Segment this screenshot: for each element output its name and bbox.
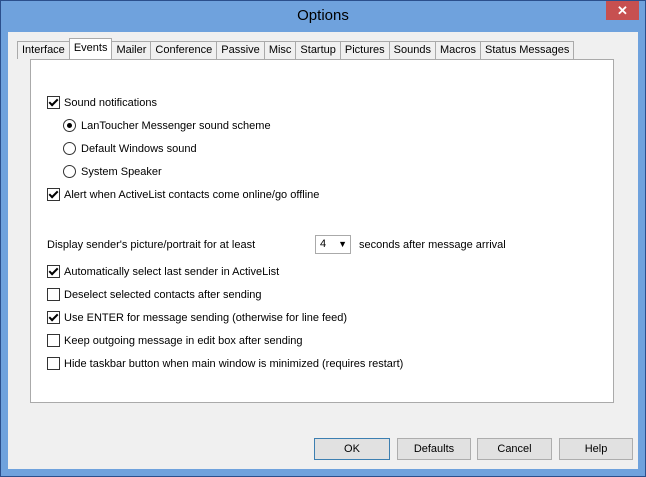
default-windows-sound-option[interactable]: Default Windows sound — [63, 142, 197, 155]
chevron-down-icon: ▼ — [338, 239, 347, 249]
tab-macros[interactable]: Macros — [434, 41, 482, 59]
system-speaker-radio[interactable] — [63, 165, 76, 178]
events-panel: Sound notifications LanToucher Messenger… — [30, 59, 614, 403]
close-icon[interactable]: ✕ — [606, 1, 639, 20]
options-window: Options ✕ Interface Events Mailer Confer… — [0, 0, 646, 477]
keep-outgoing-label: Keep outgoing message in edit box after … — [64, 334, 303, 347]
tab-pictures[interactable]: Pictures — [339, 41, 390, 59]
system-speaker-label: System Speaker — [81, 165, 162, 178]
deselect-contacts-checkbox[interactable] — [47, 288, 60, 301]
keep-outgoing-option[interactable]: Keep outgoing message in edit box after … — [47, 334, 303, 347]
use-enter-option[interactable]: Use ENTER for message sending (otherwise… — [47, 311, 347, 324]
display-seconds-select[interactable]: 4 ▼ — [315, 235, 351, 254]
tab-startup[interactable]: Startup — [295, 41, 341, 59]
lantoucher-scheme-radio[interactable] — [63, 119, 76, 132]
tab-misc[interactable]: Misc — [263, 41, 297, 59]
tab-events[interactable]: Events — [68, 38, 113, 59]
deselect-contacts-option[interactable]: Deselect selected contacts after sending — [47, 288, 262, 301]
auto-select-sender-option[interactable]: Automatically select last sender in Acti… — [47, 265, 279, 278]
deselect-contacts-label: Deselect selected contacts after sending — [64, 288, 262, 301]
sound-notifications-option[interactable]: Sound notifications — [47, 96, 157, 109]
lantoucher-scheme-label: LanToucher Messenger sound scheme — [81, 119, 271, 132]
ok-button[interactable]: OK — [314, 438, 390, 460]
hide-taskbar-checkbox[interactable] — [47, 357, 60, 370]
lantoucher-scheme-option[interactable]: LanToucher Messenger sound scheme — [63, 119, 271, 132]
tab-status-messages[interactable]: Status Messages — [480, 41, 575, 59]
system-speaker-option[interactable]: System Speaker — [63, 165, 162, 178]
alert-online-label: Alert when ActiveList contacts come onli… — [64, 188, 320, 201]
alert-online-checkbox[interactable] — [47, 188, 60, 201]
tab-strip: Interface Events Mailer Conference Passi… — [17, 38, 575, 59]
alert-online-option[interactable]: Alert when ActiveList contacts come onli… — [47, 188, 319, 201]
display-picture-label-after: seconds after message arrival — [359, 239, 506, 251]
use-enter-label: Use ENTER for message sending (otherwise… — [64, 311, 348, 324]
defaults-button[interactable]: Defaults — [397, 438, 471, 460]
auto-select-sender-checkbox[interactable] — [47, 265, 60, 278]
hide-taskbar-label: Hide taskbar button when main window is … — [64, 357, 404, 370]
default-windows-sound-label: Default Windows sound — [81, 142, 197, 155]
tab-sounds[interactable]: Sounds — [388, 41, 436, 59]
help-button[interactable]: Help — [559, 438, 633, 460]
auto-select-sender-label: Automatically select last sender in Acti… — [64, 265, 280, 278]
keep-outgoing-checkbox[interactable] — [47, 334, 60, 347]
default-windows-sound-radio[interactable] — [63, 142, 76, 155]
use-enter-checkbox[interactable] — [47, 311, 60, 324]
tab-passive[interactable]: Passive — [216, 41, 265, 59]
sound-notifications-checkbox[interactable] — [47, 96, 60, 109]
display-seconds-value: 4 — [320, 238, 327, 250]
sound-notifications-label: Sound notifications — [64, 96, 157, 109]
window-title: Options — [297, 7, 349, 24]
hide-taskbar-option[interactable]: Hide taskbar button when main window is … — [47, 357, 403, 370]
tab-interface[interactable]: Interface — [17, 41, 70, 59]
title-bar[interactable]: Options ✕ — [1, 1, 645, 32]
display-picture-label-before: Display sender's picture/portrait for at… — [47, 239, 256, 251]
tab-conference[interactable]: Conference — [150, 41, 218, 59]
tab-mailer[interactable]: Mailer — [111, 41, 152, 59]
dialog-client: Interface Events Mailer Conference Passi… — [8, 32, 638, 469]
cancel-button[interactable]: Cancel — [477, 438, 552, 460]
